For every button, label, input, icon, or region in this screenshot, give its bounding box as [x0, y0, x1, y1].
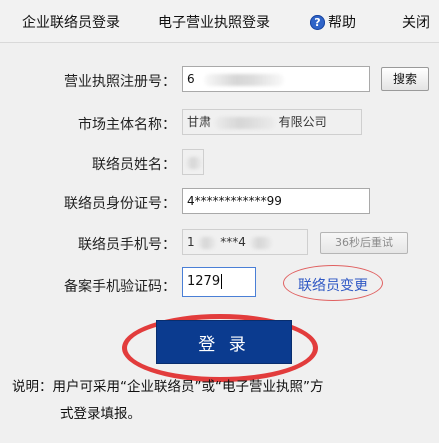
entity-name-prefix: 甘肃	[187, 115, 212, 129]
license-number-value: 6	[187, 72, 195, 86]
phone-row: 联络员手机号： 1 ***4 36秒后重试	[0, 229, 439, 257]
change-contact-highlight: 联络员变更	[283, 265, 383, 301]
help-icon: ?	[310, 14, 325, 30]
text-caret	[221, 274, 223, 289]
phone-middle: ***4	[220, 235, 246, 249]
note-line-2: 式登录填报。	[60, 406, 141, 422]
contact-name-row: 联络员姓名：	[0, 149, 439, 177]
id-number-row: 联络员身份证号： 4************99	[0, 188, 439, 216]
entity-name-suffix: 有限公司	[278, 115, 327, 129]
sms-code-value: 1279	[187, 274, 221, 289]
phone-label: 联络员手机号：	[78, 237, 176, 253]
top-navigation-bar: 企业联络员登录 电子营业执照登录 ? 帮助 关闭	[0, 0, 439, 43]
redacted-blur	[186, 156, 202, 169]
search-button[interactable]: 搜索	[381, 67, 429, 91]
redacted-blur	[249, 236, 272, 249]
close-link[interactable]: 关闭	[402, 12, 430, 32]
id-number-value: 4************99	[187, 194, 282, 208]
phone-prefix: 1	[187, 235, 195, 249]
contact-name-label: 联络员姓名：	[92, 157, 176, 173]
resend-countdown-button[interactable]: 36秒后重试	[320, 232, 408, 254]
sms-code-input[interactable]: 1279	[182, 267, 256, 297]
id-number-input[interactable]: 4************99	[182, 188, 370, 214]
note-line-1: 说明：用户可采用“企业联络员”或“电子营业执照”方	[12, 379, 324, 395]
sms-code-label: 备案手机验证码：	[64, 279, 176, 295]
sms-code-row: 备案手机验证码： 1279 联络员变更	[0, 265, 439, 301]
contact-name-field	[182, 149, 204, 175]
help-link[interactable]: ? 帮助	[310, 12, 356, 32]
license-number-label: 营业执照注册号：	[64, 74, 176, 90]
tab-enterprise-contact-login[interactable]: 企业联络员登录	[22, 12, 120, 32]
help-label: 帮助	[328, 15, 356, 31]
redacted-blur	[198, 236, 217, 249]
id-number-label: 联络员身份证号：	[64, 196, 176, 212]
entity-name-label: 市场主体名称：	[78, 117, 176, 133]
entity-name-field: 甘肃 有限公司	[182, 109, 362, 135]
phone-field: 1 ***4	[182, 229, 308, 255]
change-contact-link[interactable]: 联络员变更	[284, 275, 382, 295]
redacted-blur	[204, 73, 285, 86]
redacted-blur	[214, 116, 275, 129]
license-number-input[interactable]: 6	[182, 66, 370, 92]
tab-electronic-license-login[interactable]: 电子营业执照登录	[158, 12, 270, 32]
entity-name-row: 市场主体名称： 甘肃 有限公司	[0, 109, 439, 137]
login-button[interactable]: 登 录	[156, 320, 292, 364]
license-number-row: 营业执照注册号： 6 搜索	[0, 66, 439, 94]
instructions-note: 说明：用户可采用“企业联络员”或“电子营业执照”方 式登录填报。	[12, 374, 422, 428]
